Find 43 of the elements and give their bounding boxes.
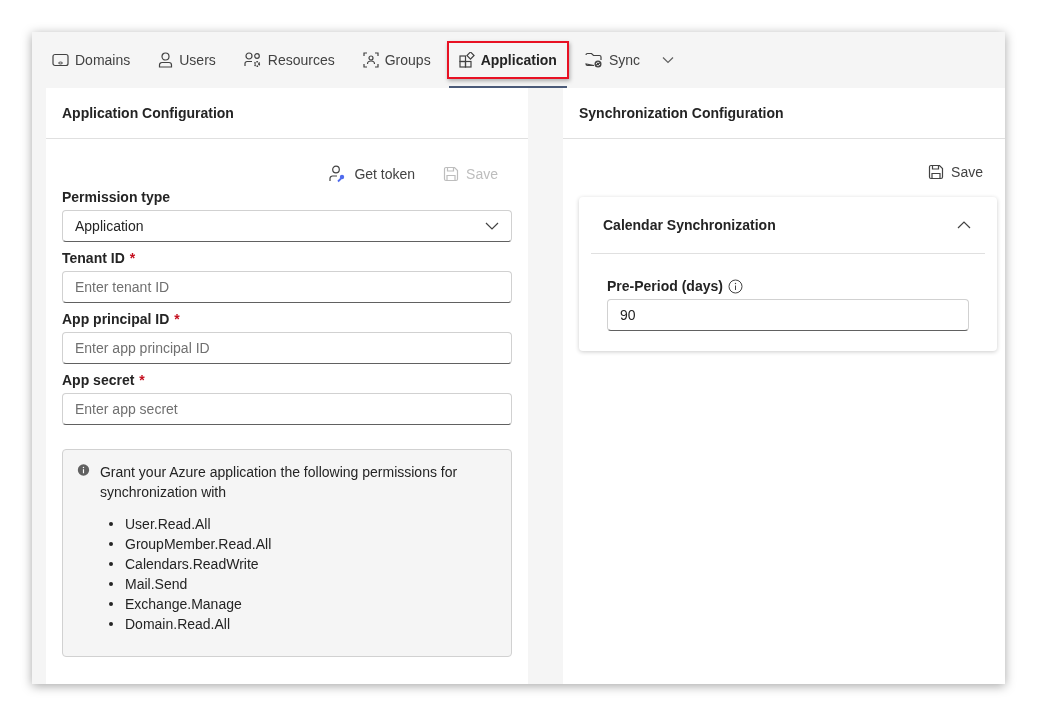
info-text: Grant your Azure application the following permissions for synchronization with <box>99 463 459 502</box>
permission-item: Domain.Read.All <box>103 614 495 634</box>
permission-item: Mail.Send <box>103 574 495 594</box>
input-field[interactable]: 90 <box>607 299 969 331</box>
permission-item: User.Read.All <box>103 514 495 534</box>
info-icon[interactable] <box>727 278 743 294</box>
permission-item: Calendars.ReadWrite <box>103 554 495 574</box>
required-marker: * <box>174 311 180 327</box>
nav-tab[interactable]: Domains <box>40 41 143 79</box>
save-icon <box>443 166 460 182</box>
field-label: Permission type <box>62 189 171 205</box>
get-token-button[interactable]: Get token <box>329 159 416 189</box>
apps-icon <box>458 52 475 68</box>
permission-item: Exchange.Manage <box>103 594 495 614</box>
input-field[interactable]: Enter app principal ID <box>62 332 512 364</box>
panel-title: Synchronization Configuration <box>579 105 784 121</box>
chevron-down-icon[interactable] <box>662 56 674 64</box>
nav-tab[interactable]: Resources <box>231 41 347 79</box>
field-label: App principal ID <box>62 311 170 327</box>
chevron-up-icon <box>957 221 971 229</box>
people-gear-icon <box>243 52 262 68</box>
monitor-icon <box>52 52 69 68</box>
field-label: Tenant ID <box>62 250 125 266</box>
group-select-icon <box>362 52 379 68</box>
required-marker: * <box>139 372 145 388</box>
accordion-header[interactable]: Calendar Synchronization <box>591 197 985 254</box>
input-field[interactable]: Enter app secret <box>62 393 512 425</box>
required-marker: * <box>129 250 136 266</box>
input-field[interactable]: Enter tenant ID <box>62 271 512 303</box>
field-label: Pre-Period (days) <box>607 278 723 294</box>
panel-title: Application Configuration <box>62 105 234 121</box>
save-icon <box>928 164 945 180</box>
chevron-down-icon <box>485 222 499 230</box>
save-button[interactable]: Save <box>928 157 983 187</box>
folder-sync-icon <box>584 52 603 68</box>
nav-tab[interactable]: Groups <box>350 41 443 79</box>
person-icon <box>158 52 174 68</box>
nav-tab[interactable]: Users <box>146 41 228 79</box>
field-label: App secret <box>62 372 135 388</box>
permission-item: GroupMember.Read.All <box>103 534 495 554</box>
nav-tab[interactable]: Sync <box>572 41 652 79</box>
dropdown[interactable]: Application <box>62 210 512 242</box>
info-icon <box>77 462 90 478</box>
